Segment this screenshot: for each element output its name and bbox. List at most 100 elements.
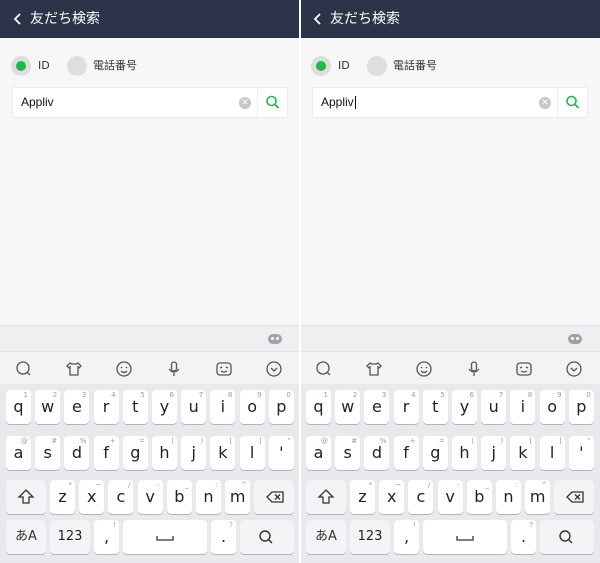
key-row2-7[interactable]: k[ (510, 436, 536, 470)
input-mode-key[interactable]: あA (306, 520, 346, 554)
key-row3-6[interactable]: m ^ (225, 480, 251, 514)
comma-key[interactable]: ,! (394, 520, 419, 554)
search-input[interactable]: Appliv ✕ (12, 87, 288, 118)
key-row1-5[interactable]: y6 (452, 390, 477, 424)
key-row2-2[interactable]: d% (364, 436, 390, 470)
keyboard-mascot-icon[interactable] (568, 334, 582, 344)
key-row1-8[interactable]: o9 (239, 390, 265, 424)
header-bar: 友だち検索 (0, 0, 300, 38)
key-row2-1[interactable]: s # (335, 436, 361, 470)
sticker-icon[interactable] (514, 359, 534, 379)
key-row2-6[interactable]: j) (481, 436, 507, 470)
keyboard-mascot-icon[interactable] (268, 334, 282, 344)
key-row1-2[interactable]: e3 (364, 390, 390, 424)
emoji-icon[interactable] (114, 359, 134, 379)
backspace-key[interactable] (554, 480, 594, 514)
microphone-icon[interactable] (164, 359, 184, 379)
search-chat-icon[interactable] (314, 359, 334, 379)
key-row2-7[interactable]: k[ (210, 436, 236, 470)
space-key[interactable] (423, 520, 507, 554)
shirt-icon[interactable] (64, 359, 84, 379)
key-row3-3[interactable]: v- (437, 480, 463, 514)
key-row3-4[interactable]: b _ (166, 480, 192, 514)
key-row3-5[interactable]: n: (496, 480, 521, 514)
period-key[interactable]: .? (211, 520, 236, 554)
key-row1-8[interactable]: o9 (539, 390, 565, 424)
shift-key[interactable] (306, 480, 346, 514)
radio-id[interactable] (11, 56, 31, 76)
chevron-down-icon[interactable] (264, 359, 284, 379)
key-row3-0[interactable]: z * (50, 480, 75, 514)
key-row2-3[interactable]: f + (393, 436, 419, 470)
key-row2-5[interactable]: h( (452, 436, 477, 470)
page-title: 友だち検索 (330, 11, 400, 27)
clear-icon[interactable]: ✕ (239, 97, 251, 109)
key-row2-0[interactable]: a @ (6, 436, 31, 470)
key-row1-9[interactable]: p0 (568, 390, 594, 424)
key-row2-4[interactable]: g = (122, 436, 148, 470)
key-row1-2[interactable]: e3 (64, 390, 90, 424)
key-row1-3[interactable]: r4 (93, 390, 119, 424)
key-row3-4[interactable]: b _ (466, 480, 492, 514)
sticker-icon[interactable] (214, 359, 234, 379)
search-chat-icon[interactable] (14, 359, 34, 379)
search-key[interactable] (240, 520, 294, 554)
key-row1-0[interactable]: q1 (6, 390, 31, 424)
header-bar: 友だち検索 (300, 0, 600, 38)
key-row1-3[interactable]: r4 (393, 390, 419, 424)
key-row3-2[interactable]: c / (108, 480, 134, 514)
key-row1-4[interactable]: t5 (122, 390, 148, 424)
key-row3-0[interactable]: z * (350, 480, 375, 514)
key-row1-6[interactable]: u7 (181, 390, 207, 424)
key-row1-0[interactable]: q1 (306, 390, 331, 424)
key-row3-5[interactable]: n: (196, 480, 221, 514)
numbers-key[interactable]: 123 (350, 520, 390, 554)
comma-key[interactable]: ,! (94, 520, 119, 554)
key-row1-7[interactable]: i8 (510, 390, 536, 424)
shirt-icon[interactable] (364, 359, 384, 379)
shift-key[interactable] (6, 480, 46, 514)
key-row2-4[interactable]: g = (422, 436, 448, 470)
search-icon[interactable] (258, 88, 288, 117)
key-row3-3[interactable]: v- (137, 480, 163, 514)
key-row2-5[interactable]: h( (152, 436, 177, 470)
numbers-key[interactable]: 123 (50, 520, 90, 554)
emoji-icon[interactable] (414, 359, 434, 379)
key-row2-8[interactable]: l] (539, 436, 565, 470)
search-input[interactable]: Appliv ✕ (312, 87, 588, 118)
key-row2-9[interactable]: ' " (568, 436, 594, 470)
clear-icon[interactable]: ✕ (539, 97, 551, 109)
key-row1-7[interactable]: i8 (210, 390, 236, 424)
radio-phone[interactable] (67, 56, 87, 76)
key-row2-9[interactable]: ' " (268, 436, 294, 470)
key-row3-6[interactable]: m ^ (525, 480, 551, 514)
radio-id[interactable] (311, 56, 331, 76)
key-row3-1[interactable]: x ~ (379, 480, 405, 514)
back-icon[interactable] (306, 6, 330, 32)
chevron-down-icon[interactable] (564, 359, 584, 379)
key-row3-1[interactable]: x ~ (79, 480, 105, 514)
key-row2-2[interactable]: d% (64, 436, 90, 470)
radio-phone[interactable] (367, 56, 387, 76)
key-row2-3[interactable]: f + (93, 436, 119, 470)
back-icon[interactable] (6, 6, 30, 32)
input-mode-key[interactable]: あA (6, 520, 46, 554)
space-key[interactable] (123, 520, 207, 554)
period-key[interactable]: .? (511, 520, 536, 554)
key-row2-0[interactable]: a @ (306, 436, 331, 470)
key-row1-9[interactable]: p0 (268, 390, 294, 424)
key-row1-4[interactable]: t5 (422, 390, 448, 424)
key-row1-5[interactable]: y6 (152, 390, 177, 424)
key-row1-6[interactable]: u7 (481, 390, 507, 424)
search-icon[interactable] (558, 88, 588, 117)
key-row2-1[interactable]: s # (35, 436, 61, 470)
key-row1-1[interactable]: w2 (335, 390, 361, 424)
key-row2-8[interactable]: l] (239, 436, 265, 470)
search-key[interactable] (540, 520, 594, 554)
backspace-key[interactable] (254, 480, 294, 514)
microphone-icon[interactable] (464, 359, 484, 379)
key-row1-1[interactable]: w2 (35, 390, 61, 424)
key-row3-2[interactable]: c / (408, 480, 434, 514)
key-row2-6[interactable]: j) (181, 436, 207, 470)
screen-divider (299, 0, 301, 563)
